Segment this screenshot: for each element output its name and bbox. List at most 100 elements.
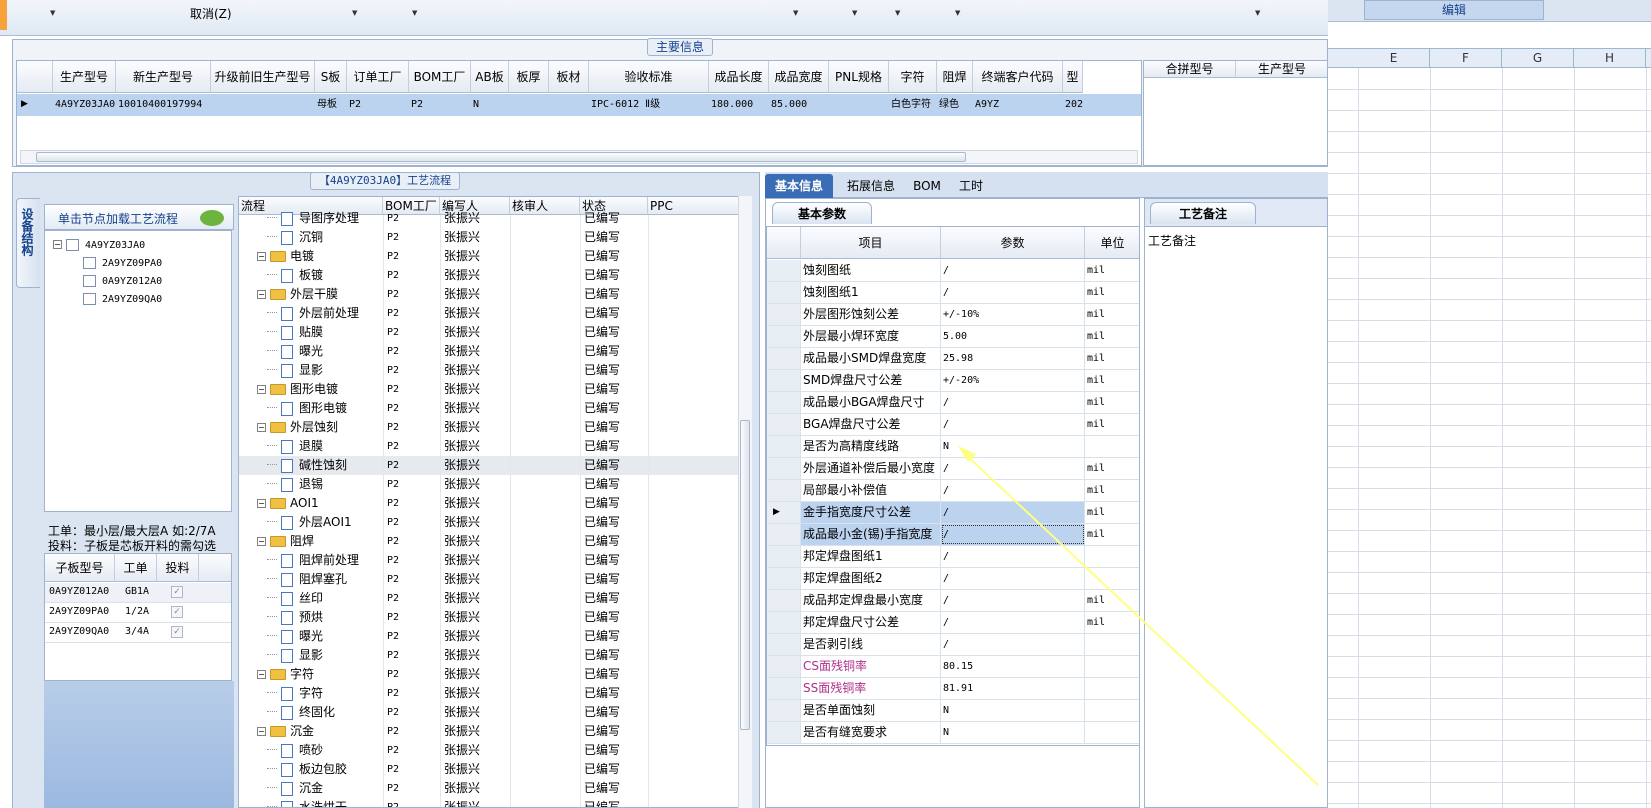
column-header[interactable]: 成品长度 xyxy=(709,61,769,93)
spreadsheet-column-f[interactable]: F xyxy=(1430,49,1502,67)
tab-basic[interactable]: 基本信息 xyxy=(765,174,833,198)
flow-row[interactable]: 曝光 P2 张振兴 已编写 xyxy=(239,627,739,646)
tab-bom[interactable]: BOM xyxy=(906,174,948,198)
table-cell[interactable]: IPC-6012 Ⅱ级 xyxy=(591,94,709,116)
table-row[interactable]: 0A9YZ012A0 GB1A ✓ xyxy=(45,583,231,603)
flow-name-cell[interactable]: 水洗烘干 xyxy=(239,798,383,807)
flow-row[interactable]: 退锡 P2 张振兴 已编写 xyxy=(239,475,739,494)
flow-row[interactable]: 曝光 P2 张振兴 已编写 xyxy=(239,342,739,361)
flow-name-cell[interactable]: 预烘 xyxy=(239,608,383,627)
checkbox[interactable] xyxy=(83,274,96,287)
flow-row[interactable]: − 沉金 P2 张振兴 已编写 xyxy=(239,722,739,741)
parameter-grid[interactable]: 项目 参数 单位 蚀刻图纸 / mil 蚀刻图纸1/mil 外层图形蚀刻公差 +/-10% mil… xyxy=(766,226,1140,746)
flow-name-cell[interactable]: − AOI1 xyxy=(239,494,383,513)
tree-node-root[interactable]: −4A9YZ03JA0 xyxy=(53,235,145,253)
flow-name-cell[interactable]: 阻焊塞孔 xyxy=(239,570,383,589)
parameter-row[interactable]: 外层通道补偿后最小宽度 / mil xyxy=(767,458,1139,480)
parameter-row[interactable]: 邦定焊盘尺寸公差 / mil xyxy=(767,612,1139,634)
parameter-value[interactable]: / xyxy=(941,612,1085,633)
collapse-icon[interactable]: − xyxy=(257,670,266,679)
flow-row[interactable]: − 外层干膜 P2 张振兴 已编写 xyxy=(239,285,739,304)
parameter-row[interactable]: 蚀刻图纸1/mil xyxy=(767,282,1139,304)
flow-name-cell[interactable]: 外层前处理 xyxy=(239,304,383,323)
spreadsheet-column-g[interactable]: G xyxy=(1502,49,1574,67)
table-cell[interactable]: N xyxy=(473,94,509,116)
spreadsheet-edit-group[interactable]: 编辑 xyxy=(1364,0,1544,20)
tree-node-child[interactable]: 2A9YZ09PA0 xyxy=(83,253,162,271)
flow-row[interactable]: 退膜 P2 张振兴 已编写 xyxy=(239,437,739,456)
flow-name-cell[interactable]: − 电镀 xyxy=(239,247,383,266)
flow-name-cell[interactable]: 退锡 xyxy=(239,475,383,494)
flow-row[interactable]: − 电镀 P2 张振兴 已编写 xyxy=(239,247,739,266)
table-cell[interactable]: 母板 xyxy=(317,94,347,116)
spreadsheet-column-h[interactable]: H xyxy=(1574,49,1646,67)
feed-checkbox[interactable]: ✓ xyxy=(171,606,183,618)
table-cell[interactable]: P2 xyxy=(411,94,471,116)
parameter-row[interactable]: 是否有缝宽要求 N xyxy=(767,722,1139,744)
column-header[interactable]: 字符 xyxy=(889,61,937,93)
flow-name-cell[interactable]: − 外层蚀刻 xyxy=(239,418,383,437)
column-header[interactable]: 子板型号 xyxy=(45,554,115,582)
table-cell[interactable]: 4A9YZ03JA0 xyxy=(55,94,116,116)
column-header[interactable]: 新生产型号 xyxy=(116,61,211,93)
flow-name-cell[interactable]: − 阻焊 xyxy=(239,532,383,551)
column-header[interactable]: AB板 xyxy=(471,61,509,93)
column-header[interactable]: 订单工厂 xyxy=(347,61,409,93)
parameter-value[interactable]: N xyxy=(941,700,1085,721)
collapse-icon[interactable]: − xyxy=(53,240,62,249)
column-header[interactable]: 板材 xyxy=(549,61,589,93)
flow-row[interactable]: 喷砂 P2 张振兴 已编写 xyxy=(239,741,739,760)
model-tree[interactable]: −4A9YZ03JA0 2A9YZ09PA0 0A9YZ012A0 2A9YZ0… xyxy=(44,230,232,512)
parameter-value[interactable]: / xyxy=(941,590,1085,611)
dropdown-arrow-icon[interactable]: ▼ xyxy=(793,9,798,17)
parameter-value[interactable]: / xyxy=(941,282,1085,303)
parameter-row[interactable]: ▶ 金手指宽度尺寸公差 / mil xyxy=(767,502,1139,524)
parameter-row[interactable]: SS面残铜率 81.91 xyxy=(767,678,1139,700)
column-header[interactable]: PNL规格 xyxy=(829,61,889,93)
parameter-row[interactable]: 成品最小SMD焊盘宽度 25.98 mil xyxy=(767,348,1139,370)
flow-row[interactable]: 贴膜 P2 张振兴 已编写 xyxy=(239,323,739,342)
flow-name-cell[interactable]: 显影 xyxy=(239,646,383,665)
flow-name-cell[interactable]: 曝光 xyxy=(239,627,383,646)
table-cell[interactable]: 10010400197994 xyxy=(118,94,211,116)
parameter-row[interactable]: 是否剥引线 / xyxy=(767,634,1139,656)
collapse-icon[interactable]: − xyxy=(257,385,266,394)
table-cell[interactable]: 2022 xyxy=(1065,94,1083,116)
column-header[interactable]: BOM工厂 xyxy=(409,61,471,93)
parameter-value[interactable]: N xyxy=(941,722,1085,743)
flow-name-cell[interactable]: 沉铜 xyxy=(239,228,383,247)
tree-node-child[interactable]: 0A9YZ012A0 xyxy=(83,271,162,289)
table-cell[interactable]: 绿色 xyxy=(939,94,973,116)
parameter-value[interactable]: 25.98 xyxy=(941,348,1085,369)
column-header[interactable]: 参数 xyxy=(941,227,1085,259)
column-header[interactable]: 投料 xyxy=(157,554,199,582)
flow-row[interactable]: 显影 P2 张振兴 已编写 xyxy=(239,361,739,380)
flow-row[interactable]: 丝印 P2 张振兴 已编写 xyxy=(239,589,739,608)
flow-row[interactable]: − 图形电镀 P2 张振兴 已编写 xyxy=(239,380,739,399)
column-header[interactable]: 型 xyxy=(1063,61,1083,93)
flow-row[interactable]: 字符 P2 张振兴 已编写 xyxy=(239,684,739,703)
parameter-row[interactable]: BGA焊盘尺寸公差 / mil xyxy=(767,414,1139,436)
checkbox[interactable] xyxy=(83,256,96,269)
table-cell[interactable]: P2 xyxy=(349,94,409,116)
flow-name-cell[interactable]: 板边包胶 xyxy=(239,760,383,779)
flow-row[interactable]: − 字符 P2 张振兴 已编写 xyxy=(239,665,739,684)
spreadsheet-column-e[interactable]: E xyxy=(1358,49,1430,67)
table-cell[interactable] xyxy=(213,94,315,116)
table-cell[interactable]: 白色字符 xyxy=(891,94,937,116)
flow-name-cell[interactable]: 退膜 xyxy=(239,437,383,456)
tab-extended[interactable]: 拓展信息 xyxy=(836,174,906,198)
table-row[interactable]: 2A9YZ09PA0 1/2A ✓ xyxy=(45,603,231,623)
flow-row[interactable]: 沉铜 P2 张振兴 已编写 xyxy=(239,228,739,247)
flow-name-cell[interactable]: − 外层干膜 xyxy=(239,285,383,304)
tab-hours[interactable]: 工时 xyxy=(950,174,992,198)
flow-name-cell[interactable]: − 图形电镀 xyxy=(239,380,383,399)
parameter-row[interactable]: 邦定焊盘图纸1/ xyxy=(767,546,1139,568)
flow-name-cell[interactable]: 丝印 xyxy=(239,589,383,608)
flow-name-cell[interactable]: 字符 xyxy=(239,684,383,703)
parameter-row[interactable]: 成品最小金(锡)手指宽度 / mil xyxy=(767,524,1139,546)
parameter-value[interactable]: / xyxy=(941,392,1085,413)
flow-row[interactable]: 预烘 P2 张振兴 已编写 xyxy=(239,608,739,627)
flow-row[interactable]: 外层AOI1 P2 张振兴 已编写 xyxy=(239,513,739,532)
process-flow-grid[interactable]: 流程 BOM工厂 编写人 核审人 状态 PPC 导图序处理 P2 张振兴 已编写 沉铜 P2 张振兴 已编… xyxy=(238,196,752,808)
